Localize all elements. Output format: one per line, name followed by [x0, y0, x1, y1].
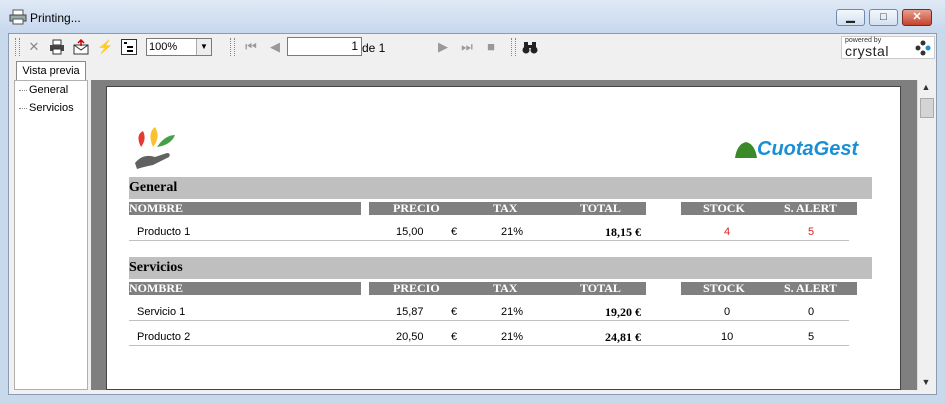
last-page-icon[interactable]: ⏭ — [459, 39, 475, 55]
group-header-general: General — [129, 177, 872, 199]
scroll-down-icon[interactable]: ▼ — [918, 375, 934, 390]
next-page-icon[interactable]: ▶ — [435, 39, 451, 55]
col-header-stock-bar: STOCK S. ALERT — [681, 282, 857, 295]
crystal-dots-icon — [915, 40, 931, 56]
report-preview-area: CuotaGest General NOMBRE PRECIO TAX TOTA… — [91, 80, 917, 390]
search-binoculars-icon[interactable] — [522, 39, 538, 55]
vertical-scrollbar[interactable]: ▲ ▼ — [917, 80, 934, 390]
window-bottom-border — [0, 395, 945, 403]
close-button[interactable]: ✕ — [902, 9, 932, 26]
refresh-lightning-icon[interactable]: ⚡ — [97, 39, 113, 55]
close-view-icon[interactable]: ✕ — [26, 39, 42, 55]
page-number-input[interactable]: 1 — [287, 37, 362, 56]
leaf-icon — [735, 142, 757, 158]
print-icon[interactable] — [49, 39, 65, 55]
tree-item-general[interactable]: General — [19, 84, 68, 96]
group-header-servicios: Servicios — [129, 257, 872, 279]
chevron-down-icon[interactable]: ▼ — [196, 39, 211, 55]
minimize-button[interactable]: ▁ — [836, 9, 865, 26]
col-header-bar: PRECIO TAX TOTAL — [369, 202, 646, 215]
crystal-logo: powered by crystal — [841, 36, 935, 59]
zoom-select[interactable]: 100% ▼ — [146, 38, 212, 56]
printer-icon — [9, 9, 27, 25]
toolbar: ✕ ⚡ 100% ▼ ⏮ ◀ 1 de 1 ▶ ⏭ ■ powered by c… — [9, 34, 936, 60]
group-tree: General Servicios — [14, 80, 88, 390]
hand-leaves-logo — [135, 127, 175, 169]
export-icon[interactable] — [73, 38, 89, 55]
toggle-tree-icon[interactable] — [121, 39, 137, 55]
title-bar: Printing... ▁ □ ✕ — [0, 0, 945, 33]
report-page: CuotaGest General NOMBRE PRECIO TAX TOTA… — [106, 86, 901, 390]
col-header-nombre: NOMBRE — [129, 282, 361, 295]
window-frame: ✕ ⚡ 100% ▼ ⏮ ◀ 1 de 1 ▶ ⏭ ■ powered by c… — [8, 33, 937, 395]
scroll-thumb[interactable] — [920, 98, 934, 118]
first-page-icon[interactable]: ⏮ — [243, 39, 259, 55]
toolbar-grip[interactable] — [15, 38, 20, 56]
stop-icon[interactable]: ■ — [483, 39, 499, 55]
tab-vista-previa[interactable]: Vista previa — [16, 61, 86, 80]
col-header-bar: PRECIO TAX TOTAL — [369, 282, 646, 295]
tree-item-servicios[interactable]: Servicios — [19, 102, 74, 114]
toolbar-grip[interactable] — [230, 38, 235, 56]
zoom-value: 100% — [149, 41, 178, 53]
scroll-up-icon[interactable]: ▲ — [918, 80, 934, 95]
toolbar-grip[interactable] — [511, 38, 516, 56]
window-title: Printing... — [30, 11, 81, 25]
previous-page-icon[interactable]: ◀ — [267, 39, 283, 55]
col-header-nombre: NOMBRE — [129, 202, 361, 215]
maximize-button[interactable]: □ — [869, 9, 898, 26]
col-header-stock-bar: STOCK S. ALERT — [681, 202, 857, 215]
page-count-label: de 1 — [362, 41, 386, 55]
